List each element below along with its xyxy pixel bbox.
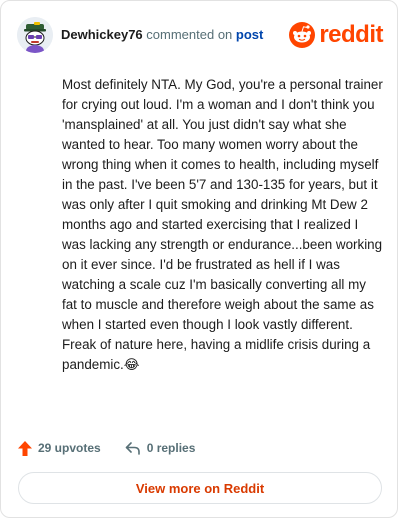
user-avatar-icon[interactable] — [17, 17, 53, 53]
snoo-avatar-icon — [17, 17, 53, 53]
post-link[interactable]: post — [236, 27, 263, 42]
reddit-logo-icon — [289, 22, 316, 48]
comment-meta: Dewhickey76 commented on post — [61, 27, 263, 43]
comment-embed-card: Dewhickey76 commented on post reddit Mos… — [0, 0, 398, 518]
upvotes-stat[interactable]: 29 upvotes — [18, 440, 101, 456]
reply-arrow-icon — [125, 442, 140, 455]
reddit-wordmark: reddit — [319, 21, 383, 48]
username[interactable]: Dewhickey76 — [61, 27, 143, 42]
replies-count: 0 replies — [146, 441, 196, 455]
action-text: commented on — [146, 27, 233, 42]
upvotes-count: 29 upvotes — [38, 441, 101, 455]
comment-body: Most definitely NTA. My God, you're a pe… — [62, 77, 383, 372]
view-more-button[interactable]: View more on Reddit — [18, 472, 382, 504]
comment-header: Dewhickey76 commented on post reddit — [17, 15, 383, 55]
upvote-arrow-icon — [18, 440, 32, 456]
comment-stats: 29 upvotes 0 replies — [18, 438, 195, 458]
reddit-brand[interactable]: reddit — [289, 21, 383, 49]
replies-stat[interactable]: 0 replies — [125, 441, 196, 455]
